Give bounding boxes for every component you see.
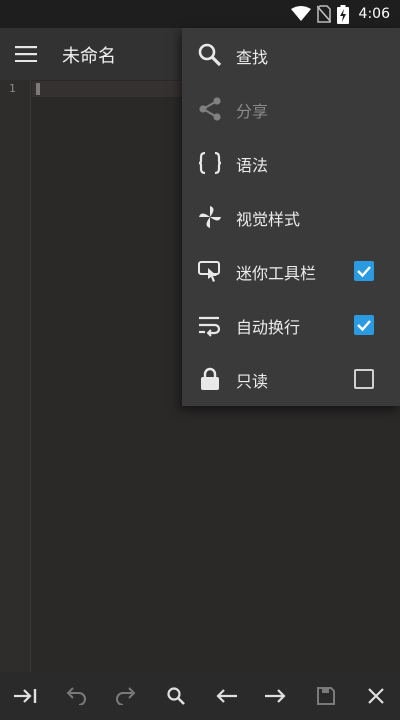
save-button[interactable] — [312, 682, 340, 710]
menu-item-syntax[interactable]: 语法 — [182, 136, 400, 190]
touch-toolbar-icon — [196, 257, 224, 285]
tab-indent-icon — [14, 689, 37, 703]
find-button[interactable] — [162, 682, 190, 710]
search-icon — [167, 687, 185, 705]
menu-item-label: 自动换行 — [236, 318, 301, 337]
cursor-right-button[interactable] — [262, 682, 290, 710]
word-wrap-checkbox[interactable] — [354, 315, 374, 335]
mini-toolbar-checkbox[interactable] — [354, 261, 374, 281]
undo-button[interactable] — [62, 682, 90, 710]
wrap-text-icon — [196, 311, 224, 339]
lock-icon — [196, 365, 224, 393]
menu-item-share[interactable]: 分享 — [182, 82, 400, 136]
no-sim-icon — [316, 5, 331, 23]
tab-indent-button[interactable] — [12, 682, 40, 710]
arrow-left-icon — [216, 689, 237, 703]
menu-item-label: 查找 — [236, 48, 269, 67]
wifi-icon — [290, 6, 311, 21]
share-icon — [196, 95, 224, 123]
menu-item-label: 语法 — [236, 156, 269, 175]
status-time: 4:06 — [358, 6, 390, 22]
close-icon — [368, 688, 384, 704]
menu-item-label: 视觉样式 — [236, 210, 301, 229]
hamburger-menu-icon — [15, 46, 37, 62]
bottom-toolbar — [0, 672, 400, 720]
read-only-checkbox[interactable] — [354, 369, 374, 389]
search-icon — [196, 41, 224, 69]
menu-item-read-only[interactable]: 只读 — [182, 352, 400, 406]
menu-item-label: 分享 — [236, 102, 269, 121]
menu-item-mini-toolbar[interactable]: 迷你工具栏 — [182, 244, 400, 298]
document-title: 未命名 — [62, 46, 116, 67]
pinwheel-icon — [196, 203, 224, 231]
cursor-left-button[interactable] — [212, 682, 240, 710]
braces-icon — [196, 149, 224, 177]
close-button[interactable] — [362, 682, 390, 710]
status-icons: 4:06 — [290, 4, 390, 24]
menu-item-word-wrap[interactable]: 自动换行 — [182, 298, 400, 352]
line-number-gutter: 1 — [0, 80, 31, 672]
menu-item-visual-style[interactable]: 视觉样式 — [182, 190, 400, 244]
line-number: 1 — [9, 82, 16, 95]
undo-icon — [66, 687, 86, 705]
arrow-right-icon — [265, 689, 286, 703]
battery-charging-icon — [336, 4, 349, 24]
menu-item-label: 迷你工具栏 — [236, 264, 317, 283]
menu-item-find[interactable]: 查找 — [182, 28, 400, 82]
redo-icon — [116, 687, 136, 705]
text-caret — [36, 83, 40, 95]
menu-item-label: 只读 — [236, 372, 269, 391]
save-icon — [317, 687, 335, 705]
status-bar: 4:06 — [0, 0, 400, 28]
redo-button[interactable] — [112, 682, 140, 710]
overflow-menu: 查找 分享 语法 视觉样式 迷你工具栏 自动换行 只读 — [182, 28, 400, 406]
hamburger-menu-button[interactable] — [12, 40, 40, 68]
